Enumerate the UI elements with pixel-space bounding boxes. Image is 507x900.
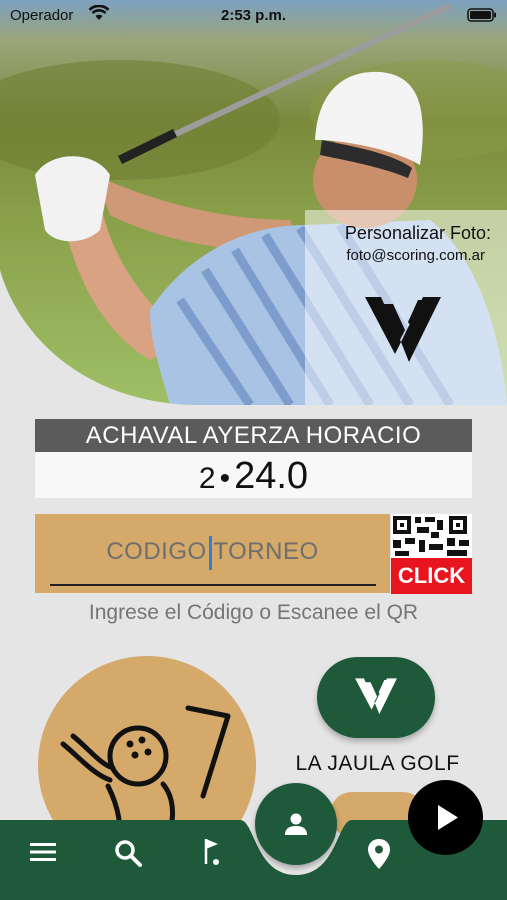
handicap-index: 2 bbox=[198, 462, 216, 495]
status-time: 2:53 p.m. bbox=[220, 7, 287, 24]
location-pin-icon[interactable] bbox=[367, 838, 391, 875]
qr-code-icon bbox=[391, 514, 472, 558]
player-name: ACHAVAL AYERZA HORACIO bbox=[35, 419, 472, 452]
handicap-display: 2 • 24.0 bbox=[35, 452, 472, 498]
scan-qr-button[interactable]: CLICK bbox=[391, 514, 472, 594]
app-logo-icon bbox=[363, 294, 443, 369]
text-caret bbox=[209, 536, 212, 570]
club-logo-icon bbox=[354, 676, 398, 721]
tournament-code-placeholder: CODIGO TORNEO bbox=[106, 538, 319, 565]
qr-click-label: CLICK bbox=[391, 558, 472, 594]
tournament-code-input[interactable]: CODIGO TORNEO bbox=[35, 514, 390, 593]
customize-photo-label: Personalizar Foto: bbox=[344, 223, 491, 243]
customize-photo-email: foto@scoring.com.ar bbox=[346, 247, 485, 264]
tournament-hint: Ingrese el Código o Escanee el QR bbox=[88, 601, 419, 624]
handicap-value: 24.0 bbox=[234, 455, 309, 497]
menu-icon[interactable] bbox=[29, 841, 57, 868]
separator-dot: • bbox=[219, 462, 231, 495]
play-button[interactable] bbox=[408, 780, 483, 855]
club-logo-button[interactable] bbox=[317, 657, 435, 738]
status-bar: Operador 2:53 p.m. bbox=[0, 0, 507, 30]
search-icon[interactable] bbox=[114, 839, 142, 872]
play-icon bbox=[438, 805, 458, 830]
profile-icon bbox=[285, 813, 307, 835]
photo-customize-panel: Personalizar Foto: foto@scoring.com.ar bbox=[305, 210, 507, 405]
battery-icon bbox=[467, 8, 497, 26]
club-name: LA JAULA GOLF bbox=[295, 752, 460, 775]
golf-flag-icon[interactable] bbox=[198, 836, 224, 873]
profile-button[interactable] bbox=[255, 783, 337, 865]
input-underline bbox=[50, 584, 376, 586]
